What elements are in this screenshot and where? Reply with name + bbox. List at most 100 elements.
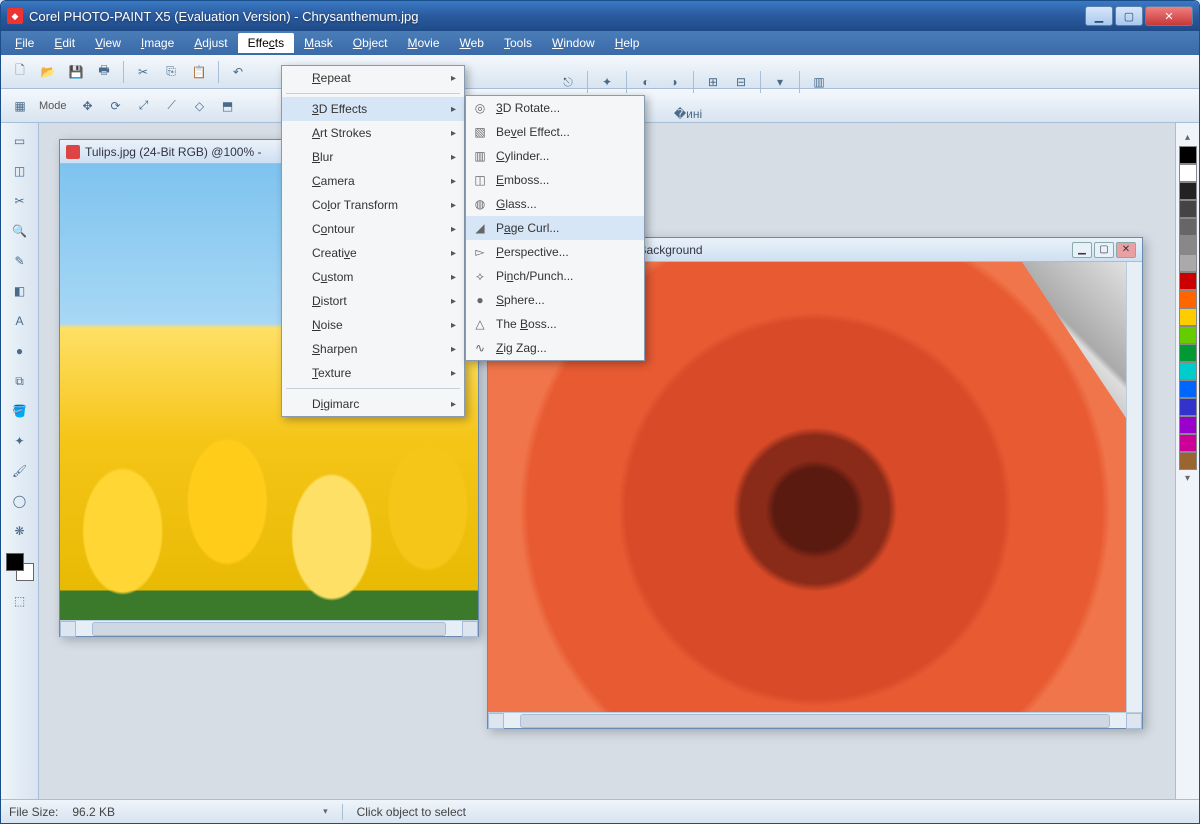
move-tool-icon[interactable]: ✥ xyxy=(75,93,101,119)
eraser-tool[interactable]: ◧ xyxy=(6,277,34,305)
effects-item-repeat[interactable]: Repeat▸ xyxy=(282,66,464,90)
palette-color[interactable] xyxy=(1179,398,1197,416)
palette-color[interactable] xyxy=(1179,452,1197,470)
copy-button[interactable]: ⎘ xyxy=(158,59,184,85)
3d-item-3d-rotate[interactable]: ◎3D Rotate... xyxy=(466,96,644,120)
palette-color[interactable] xyxy=(1179,218,1197,236)
menu-file[interactable]: File xyxy=(5,33,44,53)
doc-close-button[interactable]: ✕ xyxy=(1116,242,1136,258)
skew-tool-icon[interactable]: ⟋ xyxy=(159,93,185,119)
brush-icon[interactable]: ✦ xyxy=(594,69,620,95)
palette-color[interactable] xyxy=(1179,182,1197,200)
image-sprayer-tool[interactable]: ❋ xyxy=(6,517,34,545)
minimize-button[interactable]: ▁ xyxy=(1085,6,1113,26)
undo-button[interactable]: ↶ xyxy=(225,59,251,85)
3d-effects-submenu[interactable]: ◎3D Rotate...▧Bevel Effect...▥Cylinder..… xyxy=(465,95,645,361)
3d-item-cylinder[interactable]: ▥Cylinder... xyxy=(466,144,644,168)
effects-item-3d-effects[interactable]: 3D Effects▸ xyxy=(282,97,464,121)
menu-mask[interactable]: Mask xyxy=(294,33,343,53)
palette-color[interactable] xyxy=(1179,272,1197,290)
palette-color[interactable] xyxy=(1179,254,1197,272)
foreground-color-swatch[interactable] xyxy=(6,553,24,571)
maximize-button[interactable]: ▢ xyxy=(1115,6,1143,26)
effects-item-blur[interactable]: Blur▸ xyxy=(282,145,464,169)
menu-edit[interactable]: Edit xyxy=(44,33,85,53)
3d-item-zig-zag[interactable]: ∿Zig Zag... xyxy=(466,336,644,360)
color-swatches[interactable] xyxy=(6,553,34,581)
palette-color[interactable] xyxy=(1179,308,1197,326)
3d-item-glass[interactable]: ◍Glass... xyxy=(466,192,644,216)
open-button[interactable]: 📂 xyxy=(35,59,61,85)
horizontal-scrollbar[interactable] xyxy=(488,712,1142,728)
3d-item-bevel-effect[interactable]: ▧Bevel Effect... xyxy=(466,120,644,144)
save-button[interactable]: 💾 xyxy=(63,59,89,85)
vertical-scrollbar[interactable] xyxy=(1126,262,1142,712)
perspective-tool-icon[interactable]: ⬒ xyxy=(215,93,241,119)
reset-colors-icon[interactable]: ⬚ xyxy=(6,587,34,615)
menu-adjust[interactable]: Adjust xyxy=(184,33,237,53)
menu-tools[interactable]: Tools xyxy=(494,33,542,53)
palette-color[interactable] xyxy=(1179,326,1197,344)
menu-image[interactable]: Image xyxy=(131,33,184,53)
menu-view[interactable]: View xyxy=(85,33,131,53)
palette-color[interactable] xyxy=(1179,290,1197,308)
3d-item-the-boss[interactable]: △The Boss... xyxy=(466,312,644,336)
menu-effects[interactable]: Effects xyxy=(238,33,294,53)
eyedropper-tool[interactable]: ✎ xyxy=(6,247,34,275)
status-dropdown-icon[interactable]: ▾ xyxy=(323,806,328,817)
menu-help[interactable]: Help xyxy=(605,33,650,53)
options-a-icon[interactable]: ⊞ xyxy=(700,69,726,95)
3d-item-perspective[interactable]: ▻Perspective... xyxy=(466,240,644,264)
rotate-tool-icon[interactable]: ⟳ xyxy=(103,93,129,119)
distort-tool-icon[interactable]: ◇ xyxy=(187,93,213,119)
effects-menu-dropdown[interactable]: Repeat▸3D Effects▸Art Strokes▸Blur▸Camer… xyxy=(281,65,465,417)
palette-color[interactable] xyxy=(1179,200,1197,218)
fill-tool[interactable]: 🪣 xyxy=(6,397,34,425)
menu-window[interactable]: Window xyxy=(542,33,605,53)
object-pick-icon[interactable]: ▦ xyxy=(7,93,33,119)
scale-tool-icon[interactable]: ⤢ xyxy=(131,93,157,119)
zoom-tool[interactable]: 🔍 xyxy=(6,217,34,245)
menu-web[interactable]: Web xyxy=(450,33,494,53)
effects-item-digimarc[interactable]: Digimarc▸ xyxy=(282,392,464,416)
palette-color[interactable] xyxy=(1179,146,1197,164)
nav-icon[interactable]: �ині xyxy=(675,101,701,127)
palette-color[interactable] xyxy=(1179,416,1197,434)
new-button[interactable]: 🗋 xyxy=(7,59,33,85)
horizontal-scrollbar[interactable] xyxy=(60,620,478,636)
clone-tool[interactable]: ⧉ xyxy=(6,367,34,395)
paint-tool[interactable]: 🖌 xyxy=(6,457,34,485)
palette-color[interactable] xyxy=(1179,344,1197,362)
palette-down-arrow[interactable]: ▾ xyxy=(1185,470,1190,487)
palette-color[interactable] xyxy=(1179,236,1197,254)
effects-item-creative[interactable]: Creative▸ xyxy=(282,241,464,265)
toggle-b-icon[interactable]: ◑ xyxy=(661,69,687,95)
paste-button[interactable]: 📋 xyxy=(186,59,212,85)
shape-tool[interactable]: ◯ xyxy=(6,487,34,515)
close-button[interactable]: ✕ xyxy=(1145,6,1193,26)
print-button[interactable]: 🖶 xyxy=(91,59,117,85)
doc-maximize-button[interactable]: ▢ xyxy=(1094,242,1114,258)
redeye-tool[interactable]: ● xyxy=(6,337,34,365)
options-b-icon[interactable]: ⊟ xyxy=(728,69,754,95)
menu-object[interactable]: Object xyxy=(343,33,398,53)
text-tool[interactable]: A xyxy=(6,307,34,335)
effects-item-art-strokes[interactable]: Art Strokes▸ xyxy=(282,121,464,145)
effects-item-contour[interactable]: Contour▸ xyxy=(282,217,464,241)
crop-tool[interactable]: ✂ xyxy=(6,187,34,215)
mask-tool[interactable]: ◫ xyxy=(6,157,34,185)
effects-item-color-transform[interactable]: Color Transform▸ xyxy=(282,193,464,217)
3d-item-page-curl[interactable]: ◢Page Curl... xyxy=(466,216,644,240)
pick-tool[interactable]: ▭ xyxy=(6,127,34,155)
effects-item-noise[interactable]: Noise▸ xyxy=(282,313,464,337)
effects-item-distort[interactable]: Distort▸ xyxy=(282,289,464,313)
palette-up-arrow[interactable]: ▴ xyxy=(1185,129,1190,146)
palette-color[interactable] xyxy=(1179,380,1197,398)
effects-item-texture[interactable]: Texture▸ xyxy=(282,361,464,385)
dropdown-icon[interactable]: ▾ xyxy=(767,69,793,95)
toggle-a-icon[interactable]: ◐ xyxy=(633,69,659,95)
palette-color[interactable] xyxy=(1179,164,1197,182)
launch-icon[interactable]: ⎋ xyxy=(555,69,581,95)
panel-icon[interactable]: ▥ xyxy=(806,69,832,95)
doc-minimize-button[interactable]: ▁ xyxy=(1072,242,1092,258)
